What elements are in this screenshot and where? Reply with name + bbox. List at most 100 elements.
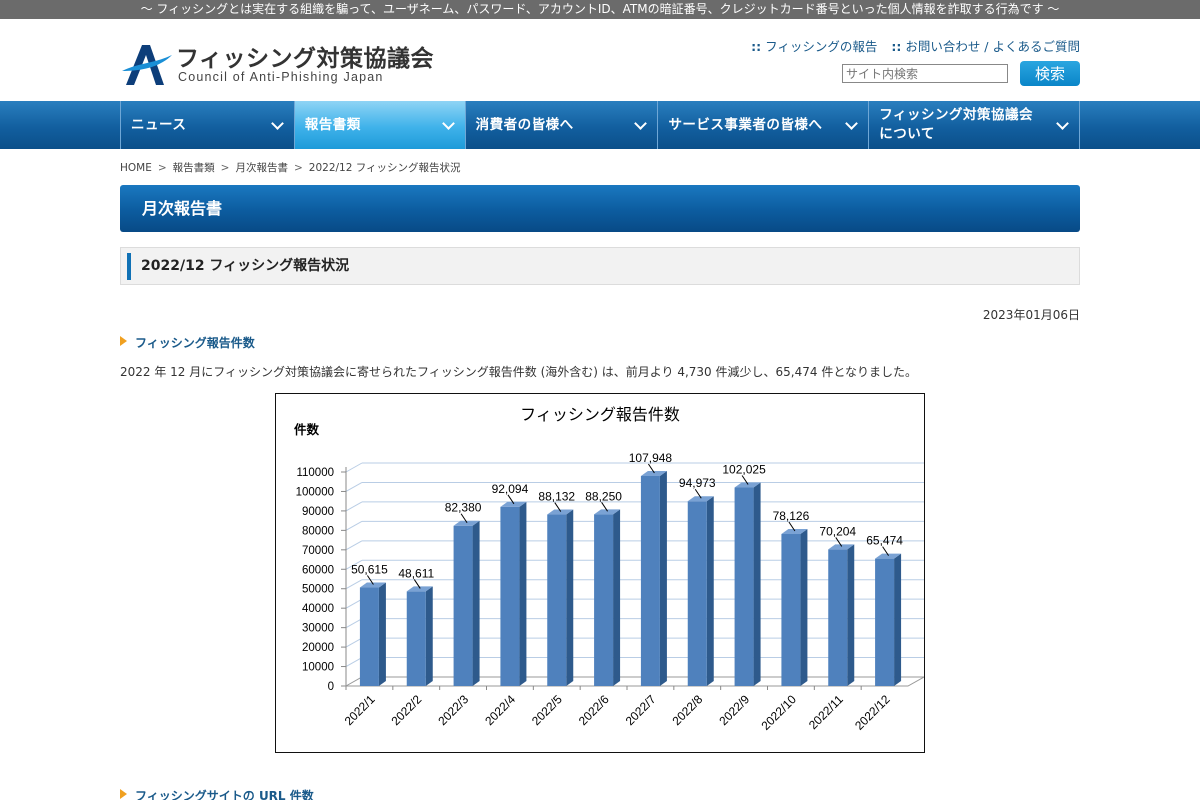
nav-item-reports[interactable]: 報告書類 [294,101,466,149]
breadcrumb-current: 2022/12 フィッシング報告状況 [308,162,461,174]
chevron-down-icon [270,117,284,130]
bar-side [659,470,667,686]
y-tick-label: 100000 [296,486,334,498]
search-input[interactable] [842,64,1008,83]
subheading-url-count: フィッシングサイトの URL 件数 [120,787,314,800]
bar [406,591,426,686]
gridline-side [345,598,363,609]
publish-date: 2023年01月06日 [982,308,1080,322]
breadcrumb-reports-link[interactable]: 報告書類 [173,162,215,174]
data-label: 107,948 [629,451,673,465]
data-label: 48,611 [398,566,434,580]
main-content: HOME > 報告書類 > 月次報告書 >2022/12 フィッシング報告状況 月次報告書… [120,149,1080,800]
search-button[interactable]: 検索 [1020,61,1080,86]
bar-chart-svg: フィッシング報告件数件数 0 10000 20000 30000 40000 50000 60… [294,405,924,733]
x-tick-label: 2022/11 [806,692,846,732]
subheading-text: フィッシング報告件数 [135,336,255,350]
gridline-side [345,637,363,648]
y-axis-label: 件数 [294,422,320,437]
bar [734,487,754,686]
top-announcement-text: 〜 フィッシングとは実在する組織を騙って、ユーザネーム、パスワード、アカウントI… [140,2,1060,16]
gridline-side [345,462,363,473]
bar [687,501,707,686]
breadcrumb: HOME > 報告書類 > 月次報告書 >2022/12 フィッシング報告状況 [120,149,1080,185]
chart-title: フィッシング報告件数 [520,405,680,424]
data-label: 78,126 [773,509,810,523]
x-tick-label: 2022/2 [389,692,425,728]
nav-item-label: ニュース [131,116,187,133]
gridline-side [345,618,363,629]
report-count-chart: フィッシング報告件数 件数 0 10000 20000 30000 40000 50000 60… [275,393,925,753]
x-tick-label: 2022/7 [623,692,659,728]
y-tick-label: 110000 [296,467,334,479]
bar-side [847,544,855,686]
contact-faq-link[interactable]: お問い合わせ / よくあるご質問 [905,39,1080,54]
x-tick-label: 2022/6 [576,692,612,728]
phishing-report-link[interactable]: フィッシングの報告 [765,39,877,54]
subheading-text: フィッシングサイトの URL 件数 [135,789,314,800]
chevron-down-icon [634,117,648,130]
triangle-bullet-icon [120,789,127,799]
x-tick-label: 2022/4 [482,692,518,728]
gridline-side [345,482,363,492]
y-tick-label: 40000 [302,603,334,615]
bar-side [519,501,527,686]
x-tick-label: 2022/8 [670,692,706,728]
x-tick-label: 2022/9 [716,692,752,728]
y-tick-label: 60000 [302,564,334,576]
site-header: フィッシング対策協議会 Council of Anti-Phishing Jap… [120,19,1080,101]
bar-side [378,582,386,686]
nav-item-service-providers[interactable]: サービス事業者の皆様へ [658,101,870,149]
data-label: 102,025 [722,463,766,477]
link-bullet-icon: :: [891,39,902,54]
y-tick-label: 0 [328,681,334,693]
gridline-side [345,579,363,590]
x-tick-label: 2022/10 [758,692,799,733]
y-tick-label: 20000 [302,642,334,654]
data-label: 82,380 [445,501,482,515]
data-label: 92,094 [492,482,529,496]
bar-side [753,482,761,686]
bar-side [472,520,480,686]
nav-item-label: サービス事業者の皆様へ [668,116,823,133]
breadcrumb-separator: > [293,162,303,174]
nav-item-consumers[interactable]: 消費者の皆様へ [466,101,659,149]
data-label: 50,615 [351,563,388,577]
logo-english-name: Council of Anti-Phishing Japan [178,70,384,84]
breadcrumb-separator: > [220,162,230,174]
nav-item-about[interactable]: フィッシング対策協議会 について [869,101,1080,149]
header-links: :: フィッシングの報告 :: お問い合わせ / よくあるご質問 [741,36,1080,55]
bar-side [613,509,621,686]
x-tick-label: 2022/12 [852,692,893,733]
x-tick-label: 2022/1 [342,692,378,728]
nav-item-label: 消費者の皆様へ [475,116,574,133]
y-tick-label: 70000 [302,545,334,557]
y-tick-label: 30000 [302,623,334,635]
bar [594,514,614,686]
y-tick-label: 80000 [302,525,334,537]
gridline-side [345,501,363,512]
data-label: 88,132 [538,490,575,504]
bar [359,587,379,686]
nav-item-label: フィッシング対策協議会 について [879,107,1033,142]
subheading-report-count: フィッシング報告件数 [120,334,1080,350]
data-label: 70,204 [819,524,856,538]
site-logo[interactable]: フィッシング対策協議会 Council of Anti-Phishing Jap… [120,39,434,91]
data-label: 88,250 [585,489,622,503]
section-title: 月次報告書 [120,185,1080,232]
title-accent-bar [127,253,131,280]
bar-side [425,586,433,686]
nav-item-news[interactable]: ニュース [121,101,295,149]
bar-side [894,553,902,686]
x-tick-label: 2022/5 [529,692,565,728]
bar [547,514,567,686]
breadcrumb-monthly-link[interactable]: 月次報告書 [235,162,288,174]
logo-japanese-name: フィッシング対策協議会 [176,46,435,72]
gridline-side [345,540,363,551]
chevron-down-icon [441,117,455,130]
nav-item-label: 報告書類 [304,116,361,133]
bar-side [566,509,574,686]
global-nav: ニュース 報告書類 消費者の皆様へ サービス事業者の皆様へ フィッシング対策協議… [0,101,1200,149]
breadcrumb-home-link[interactable]: HOME [120,162,152,174]
logo-mark-icon [122,45,172,85]
